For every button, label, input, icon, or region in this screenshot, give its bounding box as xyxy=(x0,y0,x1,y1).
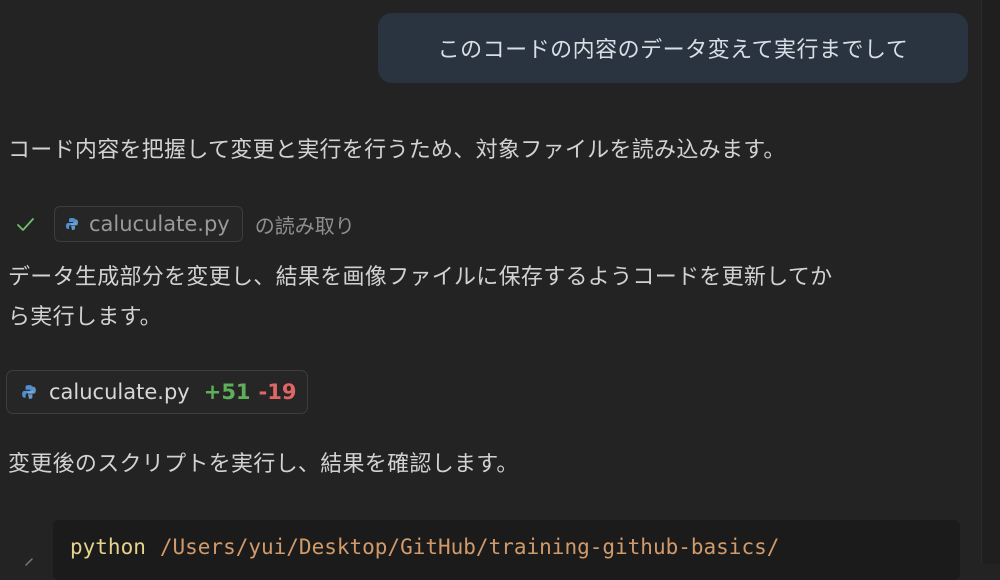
edited-file-name: caluculate.py xyxy=(49,380,190,404)
edited-file-chip[interactable]: caluculate.py +51 -19 xyxy=(6,370,308,414)
lines-added-count: +51 xyxy=(203,380,251,404)
read-file-action: caluculate.py の読み取り xyxy=(14,206,355,242)
command-path: /Users/yui/Desktop/GitHub/training-githu… xyxy=(159,535,780,559)
user-message-text: このコードの内容のデータ変えて実行までして xyxy=(437,38,909,63)
read-file-name: caluculate.py xyxy=(89,212,230,236)
command-code-block[interactable]: python/Users/yui/Desktop/GitHub/training… xyxy=(53,520,960,580)
lines-removed-count: -19 xyxy=(258,380,297,404)
python-file-icon xyxy=(21,384,37,400)
user-message-bubble: このコードの内容のデータ変えて実行までして xyxy=(378,13,968,83)
assistant-intro-text: コード内容を把握して変更と実行を行うため、対象ファイルを読み込みます。 xyxy=(8,138,786,163)
assistant-run-text: 変更後のスクリプトを実行し、結果を確認します。 xyxy=(8,452,519,477)
plan-line-2: ら実行します。 xyxy=(8,305,162,330)
command-line: python/Users/yui/Desktop/GitHub/training… xyxy=(70,535,779,559)
read-action-label: の読み取り xyxy=(254,213,355,238)
check-icon xyxy=(14,213,36,235)
read-file-chip[interactable]: caluculate.py xyxy=(54,206,243,242)
scrollbar-track[interactable] xyxy=(981,0,1000,564)
plan-line-1: データ生成部分を変更し、結果を画像ファイルに保存するようコードを更新してか xyxy=(8,265,833,290)
assistant-plan-text: データ生成部分を変更し、結果を画像ファイルに保存するようコードを更新してか ら実… xyxy=(8,258,978,338)
python-file-icon xyxy=(65,217,79,231)
command-program: python xyxy=(70,535,146,559)
